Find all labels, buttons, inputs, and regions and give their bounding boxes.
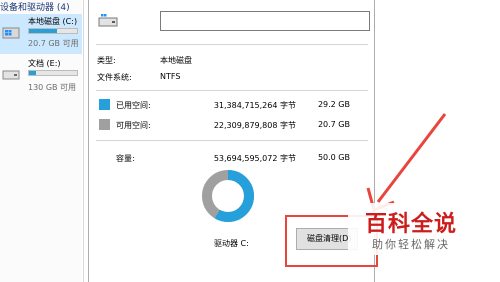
used-space-swatch <box>99 99 110 110</box>
usage-donut-chart <box>202 170 254 222</box>
drive-usage-bar <box>28 70 78 76</box>
drive-usage-fill <box>29 71 37 75</box>
drive-item-c[interactable]: 本地磁盘 (C:) 20.7 GB 可用 <box>0 14 82 54</box>
free-space-label: 可用空间: <box>116 121 151 130</box>
drive-letter-label: 驱动器 C: <box>214 239 249 248</box>
drive-usage-fill <box>29 29 58 33</box>
type-label: 类型: <box>97 56 116 65</box>
separator <box>96 90 368 91</box>
free-space-bytes: 22,309,879,808 字节 <box>213 121 296 130</box>
hard-drive-icon <box>2 70 20 80</box>
capacity-bytes: 53,694,595,072 字节 <box>213 154 296 163</box>
hard-drive-windows-icon <box>2 27 20 39</box>
filesystem-label: 文件系统: <box>97 73 132 82</box>
drive-name-input[interactable] <box>160 11 370 31</box>
drive-free-space: 20.7 GB 可用 <box>28 39 79 48</box>
drive-usage-bar <box>28 28 78 34</box>
drive-name: 文档 (E:) <box>28 59 61 68</box>
separator <box>96 44 368 45</box>
watermark-title: 百科全说 <box>365 212 458 237</box>
used-space-label: 已用空间: <box>116 101 151 110</box>
pane-divider <box>83 0 84 282</box>
capacity-label: 容量: <box>116 154 135 163</box>
free-space-swatch <box>99 119 110 130</box>
capacity-gb: 50.0 GB <box>317 153 350 162</box>
separator <box>96 140 368 141</box>
free-space-gb: 20.7 GB <box>317 120 350 129</box>
used-space-bytes: 31,384,715,264 字节 <box>213 101 296 110</box>
type-value: 本地磁盘 <box>160 56 192 65</box>
drive-free-space: 130 GB 可用 <box>28 83 77 92</box>
drive-name: 本地磁盘 (C:) <box>28 17 78 26</box>
used-space-gb: 29.2 GB <box>317 100 350 109</box>
filesystem-value: NTFS <box>160 72 181 81</box>
devices-group-header[interactable]: 设备和驱动器 (4) <box>0 0 70 13</box>
drive-item-e[interactable]: 文档 (E:) 130 GB 可用 <box>0 56 82 96</box>
watermark-subtitle: 助你轻松解决 <box>372 238 450 251</box>
drive-large-icon <box>98 14 118 27</box>
